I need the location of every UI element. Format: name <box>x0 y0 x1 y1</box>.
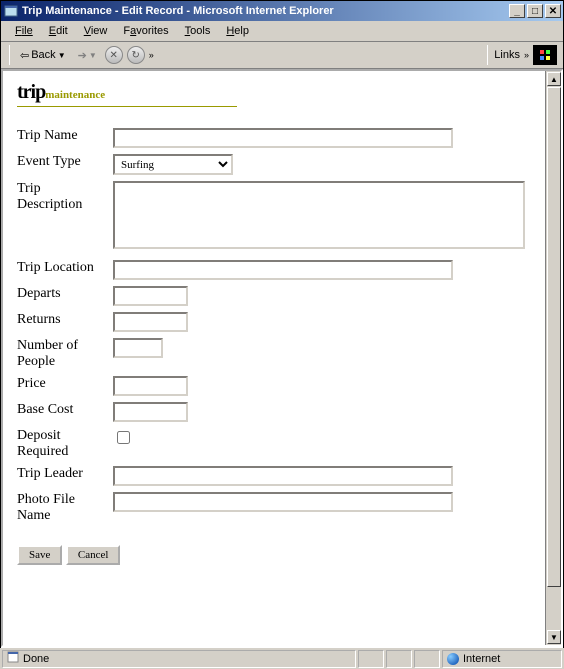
status-text: Done <box>23 653 49 665</box>
more-chevron-icon[interactable]: » <box>524 50 529 60</box>
label-photo-file-name: Photo File Name <box>17 489 113 527</box>
maximize-button[interactable]: □ <box>527 4 543 18</box>
minimize-button[interactable]: _ <box>509 4 525 18</box>
trip-name-input[interactable] <box>113 128 453 148</box>
more-chevron-icon[interactable]: » <box>149 50 154 60</box>
page-icon <box>7 651 19 666</box>
save-button[interactable]: Save <box>17 545 62 565</box>
menu-view[interactable]: View <box>76 23 116 39</box>
menu-help[interactable]: Help <box>218 23 257 39</box>
scroll-up-arrow-icon[interactable]: ▲ <box>547 72 561 86</box>
status-pane-main: Done <box>2 650 356 668</box>
toolbar-separator <box>9 45 10 65</box>
window-titlebar: Trip Maintenance - Edit Record - Microso… <box>1 1 563 21</box>
globe-icon <box>447 653 459 665</box>
buttons-row: Save Cancel <box>17 545 531 565</box>
ie-throbber-icon <box>533 45 557 65</box>
label-returns: Returns <box>17 309 113 335</box>
label-departs: Departs <box>17 283 113 309</box>
deposit-required-checkbox[interactable] <box>117 431 130 444</box>
statusbar: Done Internet <box>1 647 563 669</box>
event-type-select[interactable]: Surfing <box>113 154 233 175</box>
window-title: Trip Maintenance - Edit Record - Microso… <box>22 5 507 17</box>
trip-location-input[interactable] <box>113 260 453 280</box>
chevron-down-icon: ▼ <box>89 51 97 60</box>
app-icon <box>3 3 19 19</box>
photo-file-name-input[interactable] <box>113 492 453 512</box>
label-trip-description: Trip Description <box>17 178 113 257</box>
toolbar-separator <box>487 45 488 65</box>
content-area: tripmaintenance Trip Name Event Type Sur… <box>1 69 563 647</box>
zone-text: Internet <box>463 653 500 665</box>
label-deposit-required: Deposit Required <box>17 425 113 463</box>
stop-icon: ✕ <box>110 50 118 61</box>
label-trip-leader: Trip Leader <box>17 463 113 489</box>
trip-description-input[interactable] <box>113 181 525 249</box>
departs-input[interactable] <box>113 286 188 306</box>
menubar: File Edit View Favorites Tools Help <box>1 21 563 42</box>
scroll-down-arrow-icon[interactable]: ▼ <box>547 630 561 644</box>
label-price: Price <box>17 373 113 399</box>
refresh-icon: ↻ <box>132 50 140 61</box>
logo-maintenance: maintenance <box>45 89 105 101</box>
menu-tools[interactable]: Tools <box>177 23 219 39</box>
links-label[interactable]: Links <box>494 49 520 61</box>
trip-leader-input[interactable] <box>113 466 453 486</box>
number-of-people-input[interactable] <box>113 338 163 358</box>
refresh-button[interactable]: ↻ <box>127 46 145 64</box>
returns-input[interactable] <box>113 312 188 332</box>
page-logo: tripmaintenance <box>17 81 531 104</box>
label-trip-location: Trip Location <box>17 257 113 283</box>
cancel-button[interactable]: Cancel <box>66 545 121 565</box>
status-pane <box>386 650 412 668</box>
logo-underline <box>17 106 237 107</box>
status-pane-zone: Internet <box>442 650 562 668</box>
back-button[interactable]: ⇦ Back ▼ <box>16 47 70 64</box>
forward-button[interactable]: ➔ ▼ <box>74 47 101 64</box>
base-cost-input[interactable] <box>113 402 188 422</box>
logo-trip: trip <box>17 81 45 103</box>
status-pane <box>414 650 440 668</box>
forward-arrow-icon: ➔ <box>78 49 87 62</box>
label-number-of-people: Number of People <box>17 335 113 373</box>
close-button[interactable]: ✕ <box>545 4 561 18</box>
price-input[interactable] <box>113 376 188 396</box>
scroll-thumb[interactable] <box>547 87 561 587</box>
menu-edit[interactable]: Edit <box>41 23 76 39</box>
label-trip-name: Trip Name <box>17 125 113 151</box>
back-label: Back <box>31 49 55 61</box>
menu-favorites[interactable]: Favorites <box>115 23 176 39</box>
status-pane <box>358 650 384 668</box>
back-arrow-icon: ⇦ <box>20 49 29 62</box>
vertical-scrollbar[interactable]: ▲ ▼ <box>545 71 561 645</box>
menu-file[interactable]: File <box>7 23 41 39</box>
toolbar: ⇦ Back ▼ ➔ ▼ ✕ ↻ » Links » <box>1 42 563 69</box>
label-base-cost: Base Cost <box>17 399 113 425</box>
chevron-down-icon: ▼ <box>58 51 66 60</box>
stop-button[interactable]: ✕ <box>105 46 123 64</box>
form-table: Trip Name Event Type Surfing Trip Descri… <box>17 125 531 527</box>
page: tripmaintenance Trip Name Event Type Sur… <box>3 71 545 645</box>
label-event-type: Event Type <box>17 151 113 178</box>
